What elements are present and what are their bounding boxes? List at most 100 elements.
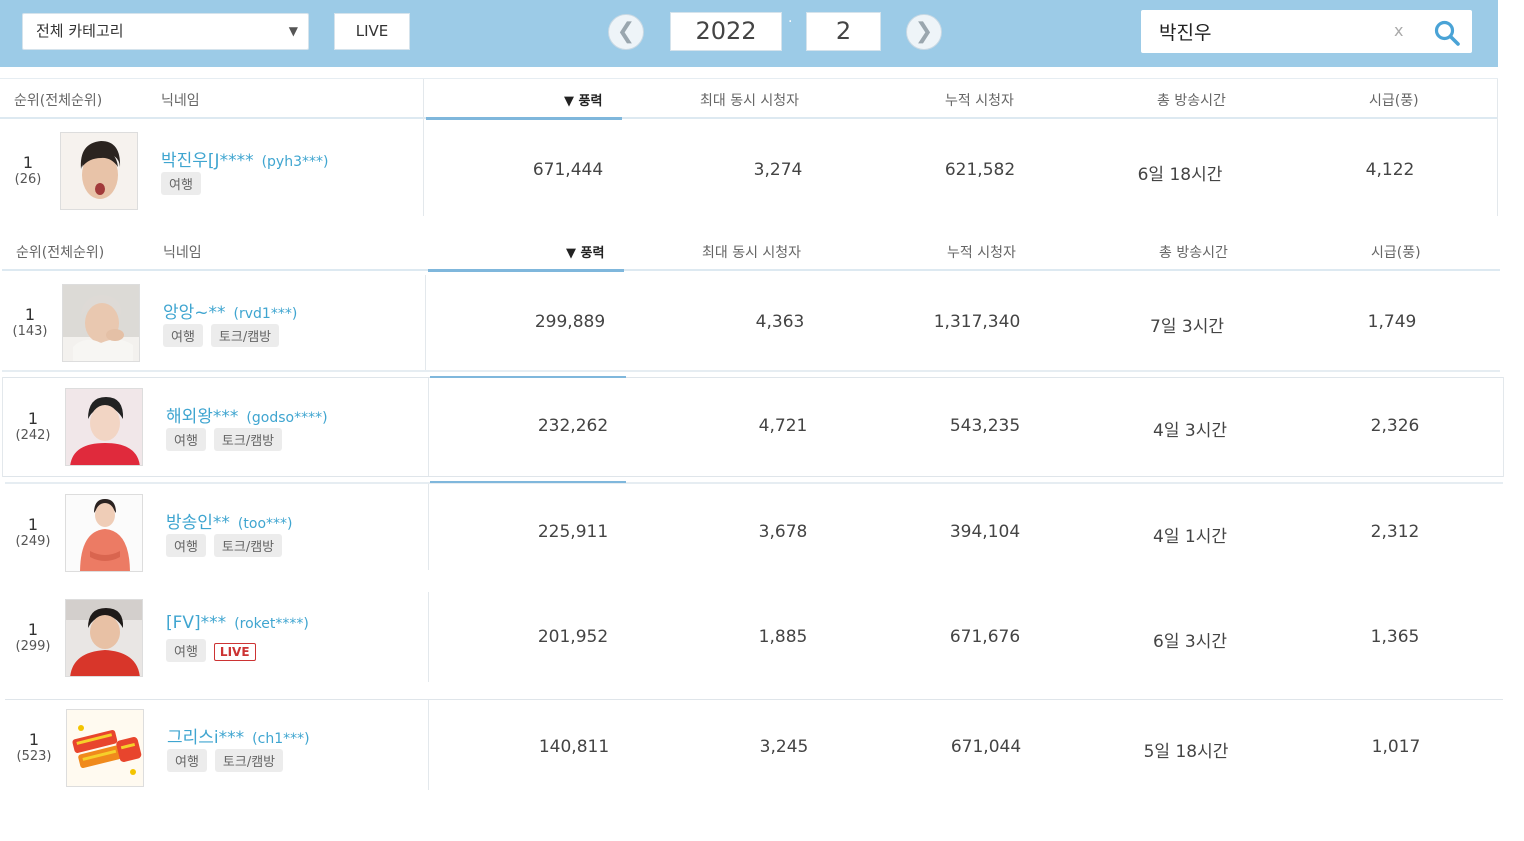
table-row[interactable]: 1 (242) 해외왕*** (godso****) 여행 토크/캠방 232,26… [5, 378, 1503, 474]
peak-viewers-value: 1,885 [758, 627, 808, 647]
table-header: 순위(전체순위) 닉네임 ▼ 풍력 최대 동시 시청자 누적 시청자 총 방송시… [0, 79, 1498, 119]
nickname-link[interactable]: [FV]*** (roket****) [166, 613, 309, 633]
hourly-value: 1,749 [1367, 312, 1417, 332]
category-tag[interactable]: 여행 [161, 172, 201, 195]
rank: 1 [27, 620, 39, 639]
peak-viewers-value: 3,274 [753, 160, 803, 180]
table-row[interactable]: 1 (249) 방송인** (too***) 여행 토크/캠방 225,911 3,… [5, 484, 1503, 580]
search-box: x [1141, 10, 1472, 53]
chevron-left-icon: ❮ [616, 19, 636, 44]
col-rank[interactable]: 순위(전체순위) [16, 242, 104, 262]
rank-cell: 1 (242) [5, 410, 61, 444]
category-tag[interactable]: 여행 [166, 639, 206, 662]
avatar[interactable] [65, 388, 143, 466]
avatar-image [61, 133, 137, 209]
rank: 1 [24, 305, 36, 324]
search-icon[interactable] [1433, 19, 1461, 47]
col-hourly[interactable]: 시급(풍) [1369, 90, 1419, 110]
category-tag[interactable]: 여행 [166, 428, 206, 451]
nickname-link[interactable]: 그리스i*** (ch1***) [167, 723, 310, 748]
year-field[interactable]: 2022 [670, 12, 782, 51]
user-id: (godso****) [246, 410, 328, 426]
overall-rank: (242) [15, 428, 51, 443]
col-rank[interactable]: 순위(전체순위) [14, 90, 102, 110]
search-result-row[interactable]: 1 (26) 박진우[J**** (pyh3***) 여행 671,444 3,2… [0, 122, 1498, 218]
power-value: 671,444 [532, 160, 604, 180]
clear-search-button[interactable]: x [1394, 21, 1403, 40]
category-tag[interactable]: 토크/캠방 [213, 534, 283, 557]
col-nickname[interactable]: 닉네임 [163, 242, 202, 262]
avatar-image [66, 600, 142, 676]
col-total-viewers[interactable]: 누적 시청자 [945, 90, 1014, 110]
broadcast-time-value: 4일 3시간 [1153, 421, 1227, 441]
col-broadcast-time[interactable]: 총 방송시간 [1157, 90, 1226, 110]
category-tag[interactable]: 토크/캠방 [210, 324, 280, 347]
avatar-image [66, 495, 142, 571]
user-id: (rvd1***) [233, 306, 298, 322]
sort-indicator [428, 269, 624, 272]
rank: 1 [27, 515, 39, 534]
nickname-link[interactable]: 방송인** (too***) [166, 508, 292, 533]
peak-viewers-value: 3,245 [759, 737, 809, 757]
tag-list: 여행 토크/캠방 [163, 324, 287, 347]
table-row[interactable]: 1 (299) [FV]*** (roket****) 여행 LIVE 201,95… [5, 589, 1503, 685]
avatar[interactable] [60, 132, 138, 210]
live-badge[interactable]: LIVE [213, 643, 256, 661]
col-peak-viewers[interactable]: 최대 동시 시청자 [700, 90, 799, 110]
col-peak-viewers[interactable]: 최대 동시 시청자 [702, 242, 801, 262]
nickname: 방송인** [166, 513, 230, 533]
col-power[interactable]: ▼ 풍력 [566, 242, 604, 261]
tag-list: 여행 토크/캠방 [167, 749, 291, 772]
nickname: 박진우[J**** [161, 151, 254, 171]
next-month-button[interactable]: ❯ [906, 14, 942, 50]
rank-cell: 1 (249) [5, 516, 61, 550]
live-button[interactable]: LIVE [334, 13, 410, 50]
avatar[interactable] [65, 494, 143, 572]
channel-logo[interactable] [66, 709, 144, 787]
total-viewers-value: 621,582 [944, 160, 1016, 180]
nickname-link[interactable]: 앙앙~** (rvd1***) [163, 298, 297, 323]
table-row[interactable]: 1 (143) 앙앙~** (rvd1***) 여행 토크/캠방 299,889 4… [2, 274, 1500, 370]
col-total-viewers[interactable]: 누적 시청자 [947, 242, 1016, 262]
power-value: 299,889 [534, 312, 606, 332]
channel-logo-image [67, 710, 143, 786]
nickname: 앙앙~** [163, 303, 226, 323]
avatar[interactable] [62, 284, 140, 362]
col-hourly[interactable]: 시급(풍) [1371, 242, 1421, 262]
nickname: 해외왕*** [166, 407, 239, 427]
hourly-value: 1,365 [1370, 627, 1420, 647]
total-viewers-value: 543,235 [949, 416, 1021, 436]
month-field[interactable]: 2 [806, 12, 881, 51]
col-broadcast-time[interactable]: 총 방송시간 [1159, 242, 1228, 262]
divider [2, 377, 3, 477]
total-viewers-value: 394,104 [949, 522, 1021, 542]
rank-cell: 1 (523) [6, 731, 62, 765]
chevron-right-icon: ❯ [914, 19, 934, 44]
avatar[interactable] [65, 599, 143, 677]
overall-rank: (143) [12, 324, 48, 339]
col-power[interactable]: ▼ 풍력 [564, 90, 602, 109]
hourly-value: 2,326 [1370, 416, 1420, 436]
category-tag[interactable]: 여행 [163, 324, 203, 347]
sort-indicator [426, 117, 622, 120]
divider [2, 476, 1504, 477]
rank: 1 [28, 730, 40, 749]
nickname-link[interactable]: 박진우[J**** (pyh3***) [161, 146, 328, 171]
nickname-link[interactable]: 해외왕*** (godso****) [166, 402, 328, 427]
hourly-value: 4,122 [1365, 160, 1415, 180]
category-tag[interactable]: 여행 [167, 749, 207, 772]
user-id: (pyh3***) [261, 154, 329, 170]
broadcast-time-value: 5일 18시간 [1143, 742, 1229, 762]
prev-month-button[interactable]: ❮ [608, 14, 644, 50]
category-select[interactable]: 전체 카테고리 ▼ [22, 13, 309, 50]
category-tag[interactable]: 여행 [166, 534, 206, 557]
broadcast-time-value: 7일 3시간 [1150, 317, 1224, 337]
search-input[interactable] [1141, 10, 1381, 53]
category-tag[interactable]: 토크/캠방 [214, 749, 284, 772]
filter-bar: 전체 카테고리 ▼ LIVE ❮ 2022 · 2 ❯ x [0, 0, 1498, 67]
power-value: 140,811 [538, 737, 610, 757]
table-row[interactable]: 1 (523) 그리스i*** (ch1***) 여행 토크/캠방 140,811 … [6, 699, 1504, 795]
category-tag[interactable]: 토크/캠방 [213, 428, 283, 451]
col-nickname[interactable]: 닉네임 [161, 90, 200, 110]
broadcast-time-value: 4일 1시간 [1153, 527, 1227, 547]
